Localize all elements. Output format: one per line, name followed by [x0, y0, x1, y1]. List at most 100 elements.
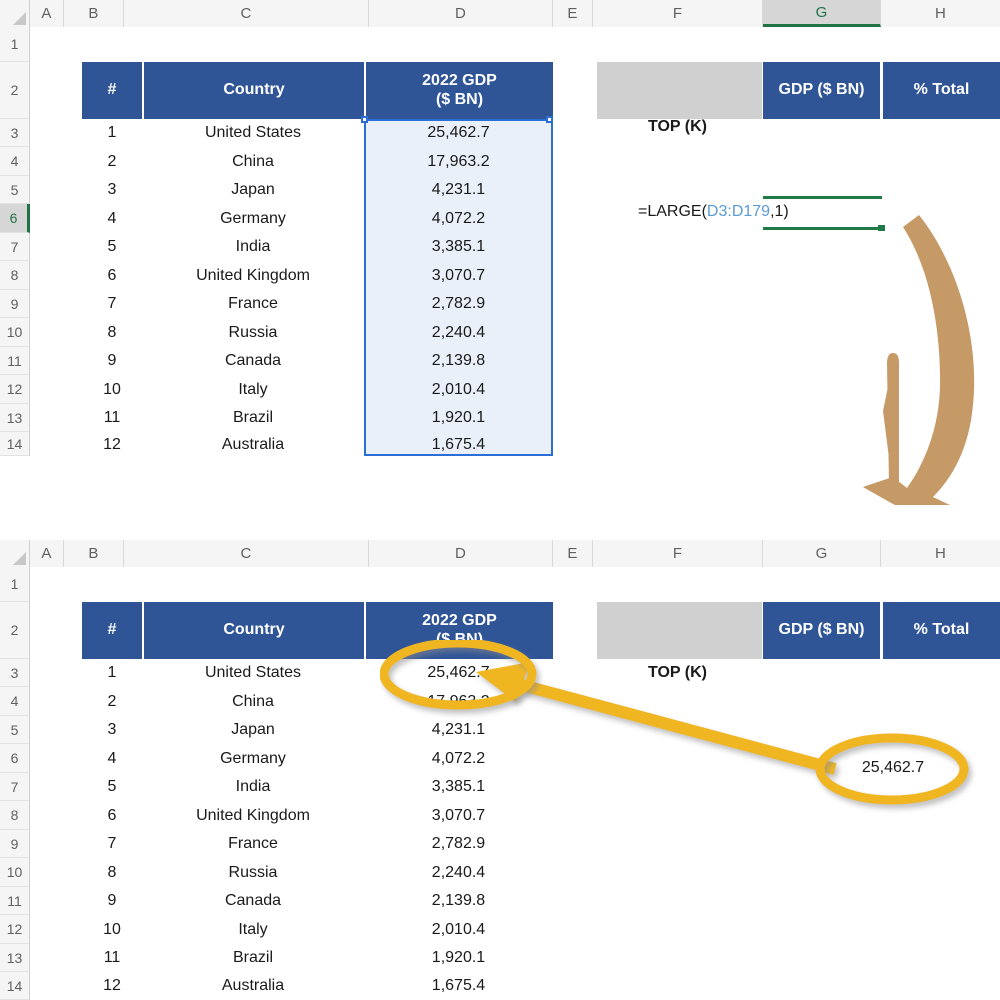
cell-country-10-bottom[interactable]: Italy — [142, 915, 364, 944]
row-header-12[interactable]: 12 — [0, 375, 30, 404]
cell-gdp-8-top[interactable]: 2,240.4 — [364, 318, 553, 347]
column-header-g-bottom[interactable]: G — [763, 540, 881, 567]
cell-gdp-7-top[interactable]: 2,782.9 — [364, 290, 553, 318]
cell-gdp-11-top[interactable]: 1,920.1 — [364, 404, 553, 432]
cell-country-3-top[interactable]: Japan — [142, 176, 364, 204]
cell-gdp-2-bottom[interactable]: 17,963.2 — [364, 687, 553, 716]
cell-country-9-bottom[interactable]: Canada — [142, 887, 364, 915]
row-header-11-bottom[interactable]: 11 — [0, 887, 30, 915]
cell-gdp-8-bottom[interactable]: 2,240.4 — [364, 858, 553, 887]
column-header-b-bottom[interactable]: B — [64, 540, 124, 567]
column-header-f[interactable]: F — [593, 0, 763, 27]
cell-gdp-10-top[interactable]: 2,010.4 — [364, 375, 553, 404]
row-header-3-bottom[interactable]: 3 — [0, 659, 30, 687]
cell-rank-1-top[interactable]: 1 — [82, 119, 142, 147]
row-header-13-bottom[interactable]: 13 — [0, 944, 30, 972]
cell-gdp-5-bottom[interactable]: 3,385.1 — [364, 773, 553, 801]
cell-country-6-bottom[interactable]: United Kingdom — [142, 801, 364, 830]
cell-gdp-6-bottom[interactable]: 3,070.7 — [364, 801, 553, 830]
cell-gdp-2-top[interactable]: 17,963.2 — [364, 147, 553, 176]
cell-gdp-1-top[interactable]: 25,462.7 — [364, 119, 553, 147]
cell-gdp-1-bottom[interactable]: 25,462.7 — [364, 659, 553, 687]
cell-gdp-9-top[interactable]: 2,139.8 — [364, 347, 553, 375]
row-header-2-bottom[interactable]: 2 — [0, 602, 30, 659]
row-header-9-bottom[interactable]: 9 — [0, 830, 30, 858]
cell-country-10-top[interactable]: Italy — [142, 375, 364, 404]
cell-gdp-9-bottom[interactable]: 2,139.8 — [364, 887, 553, 915]
cell-rank-5-bottom[interactable]: 5 — [82, 773, 142, 801]
cell-country-11-bottom[interactable]: Brazil — [142, 944, 364, 972]
cell-rank-2-top[interactable]: 2 — [82, 147, 142, 176]
cell-gdp-4-top[interactable]: 4,072.2 — [364, 204, 553, 233]
cell-country-9-top[interactable]: Canada — [142, 347, 364, 375]
cell-gdp-12-bottom[interactable]: 1,675.4 — [364, 972, 553, 1000]
column-header-a[interactable]: A — [30, 0, 64, 27]
cell-country-1-bottom[interactable]: United States — [142, 659, 364, 687]
cell-rank-1-bottom[interactable]: 1 — [82, 659, 142, 687]
column-header-f-bottom[interactable]: F — [593, 540, 763, 567]
cell-rank-6-bottom[interactable]: 6 — [82, 801, 142, 830]
worksheet-panel-top[interactable]: A B C D E F G H 1 2 3 4 5 6 7 8 9 10 11 … — [0, 0, 1000, 456]
column-header-h-bottom[interactable]: H — [881, 540, 1000, 567]
cell-rank-9-top[interactable]: 9 — [82, 347, 142, 375]
cell-gdp-3-bottom[interactable]: 4,231.1 — [364, 716, 553, 744]
cell-rank-8-top[interactable]: 8 — [82, 318, 142, 347]
row-header-12-bottom[interactable]: 12 — [0, 915, 30, 944]
row-header-9[interactable]: 9 — [0, 290, 30, 318]
row-header-10[interactable]: 10 — [0, 318, 30, 347]
cell-country-12-bottom[interactable]: Australia — [142, 972, 364, 1000]
cell-gdp-7-bottom[interactable]: 2,782.9 — [364, 830, 553, 858]
cell-rank-7-bottom[interactable]: 7 — [82, 830, 142, 858]
row-header-1-bottom[interactable]: 1 — [0, 567, 30, 602]
cell-gdp-6-top[interactable]: 3,070.7 — [364, 261, 553, 290]
cell-rank-2-bottom[interactable]: 2 — [82, 687, 142, 716]
cell-rank-11-bottom[interactable]: 11 — [82, 944, 142, 972]
cell-country-2-bottom[interactable]: China — [142, 687, 364, 716]
row-header-6-bottom[interactable]: 6 — [0, 744, 30, 773]
select-all-corner-bottom[interactable] — [0, 540, 30, 567]
row-header-10-bottom[interactable]: 10 — [0, 858, 30, 887]
cell-gdp-12-top[interactable]: 1,675.4 — [364, 432, 553, 456]
cell-country-1-top[interactable]: United States — [142, 119, 364, 147]
select-all-corner-top[interactable] — [0, 0, 30, 27]
cell-country-4-bottom[interactable]: Germany — [142, 744, 364, 773]
cell-rank-3-bottom[interactable]: 3 — [82, 716, 142, 744]
cell-rank-10-bottom[interactable]: 10 — [82, 915, 142, 944]
row-header-3[interactable]: 3 — [0, 119, 30, 147]
cell-country-5-bottom[interactable]: India — [142, 773, 364, 801]
cell-country-12-top[interactable]: Australia — [142, 432, 364, 456]
column-header-b[interactable]: B — [64, 0, 124, 27]
cell-rank-12-bottom[interactable]: 12 — [82, 972, 142, 1000]
cell-rank-5-top[interactable]: 5 — [82, 233, 142, 261]
column-header-e[interactable]: E — [553, 0, 593, 27]
cell-country-3-bottom[interactable]: Japan — [142, 716, 364, 744]
cell-gdp-10-bottom[interactable]: 2,010.4 — [364, 915, 553, 944]
formula-fill-handle[interactable] — [878, 225, 885, 231]
cell-rank-3-top[interactable]: 3 — [82, 176, 142, 204]
cell-country-2-top[interactable]: China — [142, 147, 364, 176]
cell-country-8-bottom[interactable]: Russia — [142, 858, 364, 887]
cell-rank-8-bottom[interactable]: 8 — [82, 858, 142, 887]
column-header-c-bottom[interactable]: C — [124, 540, 369, 567]
cell-gdp-3-top[interactable]: 4,231.1 — [364, 176, 553, 204]
cell-rank-6-top[interactable]: 6 — [82, 261, 142, 290]
row-header-5-bottom[interactable]: 5 — [0, 716, 30, 744]
cell-rank-4-top[interactable]: 4 — [82, 204, 142, 233]
row-header-7-bottom[interactable]: 7 — [0, 773, 30, 801]
cell-gdp-4-bottom[interactable]: 4,072.2 — [364, 744, 553, 773]
cell-rank-10-top[interactable]: 10 — [82, 375, 142, 404]
row-header-8[interactable]: 8 — [0, 261, 30, 290]
cell-country-8-top[interactable]: Russia — [142, 318, 364, 347]
cell-gdp-5-top[interactable]: 3,385.1 — [364, 233, 553, 261]
column-header-c[interactable]: C — [124, 0, 369, 27]
row-header-5[interactable]: 5 — [0, 176, 30, 204]
cell-gdp-11-bottom[interactable]: 1,920.1 — [364, 944, 553, 972]
column-header-h[interactable]: H — [881, 0, 1000, 27]
cell-country-4-top[interactable]: Germany — [142, 204, 364, 233]
row-header-4-bottom[interactable]: 4 — [0, 687, 30, 716]
cell-rank-7-top[interactable]: 7 — [82, 290, 142, 318]
cell-country-7-top[interactable]: France — [142, 290, 364, 318]
row-header-6[interactable]: 6 — [0, 204, 30, 233]
row-header-8-bottom[interactable]: 8 — [0, 801, 30, 830]
row-header-14-bottom[interactable]: 14 — [0, 972, 30, 1000]
